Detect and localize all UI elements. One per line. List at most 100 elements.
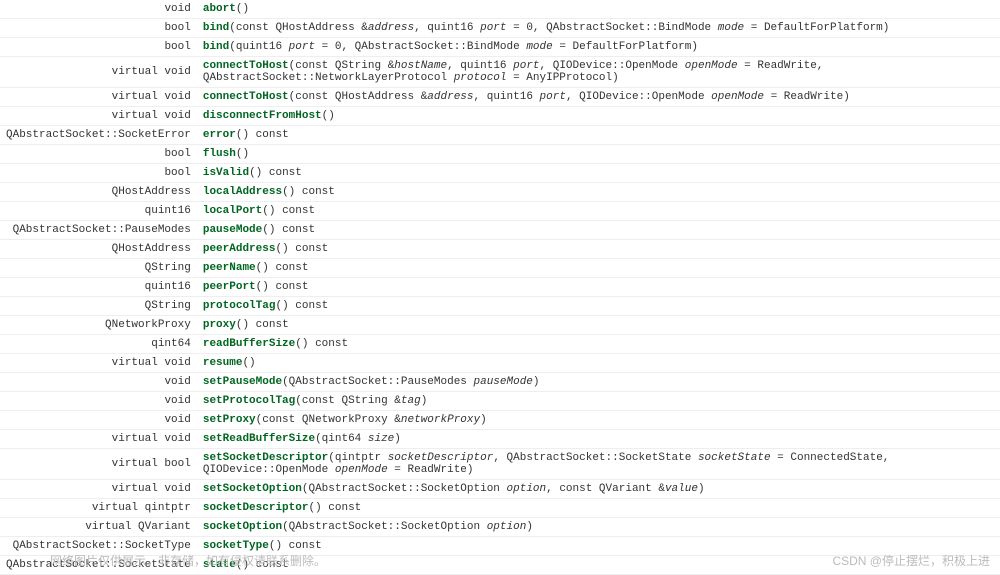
return-type: QNetworkProxy: [0, 316, 197, 335]
signature-params: (QAbstractSocket::SocketOption option, c…: [302, 483, 705, 495]
function-link[interactable]: proxy: [203, 319, 236, 331]
function-link[interactable]: localPort: [203, 205, 262, 217]
signature-params: (qint64 size): [315, 433, 401, 445]
signature-params: () const: [262, 224, 315, 236]
function-signature: setProtocolTag(const QString &tag): [197, 392, 1000, 411]
function-link[interactable]: setProxy: [203, 414, 256, 426]
signature-params: (QAbstractSocket::PauseModes pauseMode): [282, 376, 539, 388]
api-row: virtual QVariantsocketOption(QAbstractSo…: [0, 518, 1000, 537]
signature-params: () const: [269, 540, 322, 552]
function-link[interactable]: readBufferSize: [203, 338, 295, 350]
api-row: virtual voidsetReadBufferSize(qint64 siz…: [0, 430, 1000, 449]
function-link[interactable]: socketDescriptor: [203, 502, 309, 514]
function-link[interactable]: setSocketDescriptor: [203, 452, 328, 464]
function-link[interactable]: setReadBufferSize: [203, 433, 315, 445]
function-link[interactable]: setSocketOption: [203, 483, 302, 495]
function-link[interactable]: error: [203, 129, 236, 141]
api-row: virtual voidresume(): [0, 354, 1000, 373]
function-signature: setSocketOption(QAbstractSocket::SocketO…: [197, 480, 1000, 499]
function-signature: localPort() const: [197, 202, 1000, 221]
signature-params: () const: [262, 205, 315, 217]
api-row: QStringprotocolTag() const: [0, 297, 1000, 316]
api-row: voidsetProtocolTag(const QString &tag): [0, 392, 1000, 411]
function-signature: abort(): [197, 0, 1000, 19]
function-link[interactable]: socketOption: [203, 521, 282, 533]
return-type: void: [0, 411, 197, 430]
function-signature: socketDescriptor() const: [197, 499, 1000, 518]
function-link[interactable]: bind: [203, 22, 229, 34]
function-signature: connectToHost(const QString &hostName, q…: [197, 57, 1000, 88]
signature-params: (): [236, 148, 249, 160]
api-row: virtual boolsetSocketDescriptor(qintptr …: [0, 449, 1000, 480]
function-link[interactable]: protocolTag: [203, 300, 276, 312]
return-type: void: [0, 0, 197, 19]
function-signature: setPauseMode(QAbstractSocket::PauseModes…: [197, 373, 1000, 392]
return-type: virtual qintptr: [0, 499, 197, 518]
signature-params: (): [322, 110, 335, 122]
function-signature: peerPort() const: [197, 278, 1000, 297]
return-type: virtual QVariant: [0, 518, 197, 537]
api-row: virtual voiddisconnectFromHost(): [0, 107, 1000, 126]
function-link[interactable]: resume: [203, 357, 243, 369]
return-type: qint64: [0, 335, 197, 354]
return-type: bool: [0, 164, 197, 183]
api-row: virtual qintptrsocketDescriptor() const: [0, 499, 1000, 518]
api-row: voidsetProxy(const QNetworkProxy &networ…: [0, 411, 1000, 430]
return-type: QAbstractSocket::PauseModes: [0, 221, 197, 240]
api-row: voidabort(): [0, 0, 1000, 19]
function-link[interactable]: peerName: [203, 262, 256, 274]
api-row: virtual voidsetSocketOption(QAbstractSoc…: [0, 480, 1000, 499]
signature-params: (const QHostAddress &address, quint16 po…: [289, 91, 850, 103]
function-signature: proxy() const: [197, 316, 1000, 335]
function-link[interactable]: abort: [203, 3, 236, 15]
function-signature: peerAddress() const: [197, 240, 1000, 259]
function-signature: peerName() const: [197, 259, 1000, 278]
return-type: bool: [0, 38, 197, 57]
api-row: QHostAddresspeerAddress() const: [0, 240, 1000, 259]
api-row: boolbind(quint16 port = 0, QAbstractSock…: [0, 38, 1000, 57]
function-signature: protocolTag() const: [197, 297, 1000, 316]
function-link[interactable]: flush: [203, 148, 236, 160]
return-type: quint16: [0, 202, 197, 221]
function-link[interactable]: peerPort: [203, 281, 256, 293]
function-link[interactable]: bind: [203, 41, 229, 53]
function-link[interactable]: pauseMode: [203, 224, 262, 236]
function-link[interactable]: localAddress: [203, 186, 282, 198]
signature-params: () const: [275, 243, 328, 255]
function-link[interactable]: connectToHost: [203, 91, 289, 103]
return-type: virtual void: [0, 57, 197, 88]
function-link[interactable]: connectToHost: [203, 60, 289, 72]
function-signature: resume(): [197, 354, 1000, 373]
return-type: bool: [0, 19, 197, 38]
signature-params: () const: [308, 502, 361, 514]
function-link[interactable]: disconnectFromHost: [203, 110, 322, 122]
signature-params: () const: [236, 319, 289, 331]
api-row: bool isValid() const: [0, 164, 1000, 183]
api-row: QNetworkProxyproxy() const: [0, 316, 1000, 335]
signature-params: () const: [282, 186, 335, 198]
api-row: virtual voidconnectToHost(const QString …: [0, 57, 1000, 88]
watermark-left: 网络图片仅供展示，非存储，如有侵权请联系删除。: [50, 552, 326, 569]
return-type: QHostAddress: [0, 240, 197, 259]
function-signature: socketOption(QAbstractSocket::SocketOpti…: [197, 518, 1000, 537]
signature-params: () const: [256, 262, 309, 274]
signature-params: () const: [249, 167, 302, 179]
return-type: QString: [0, 297, 197, 316]
return-type: QHostAddress: [0, 183, 197, 202]
function-link[interactable]: setPauseMode: [203, 376, 282, 388]
return-type: quint16: [0, 278, 197, 297]
function-signature: connectToHost(const QHostAddress &addres…: [197, 88, 1000, 107]
function-link[interactable]: peerAddress: [203, 243, 276, 255]
signature-params: () const: [275, 300, 328, 312]
function-signature: bind(quint16 port = 0, QAbstractSocket::…: [197, 38, 1000, 57]
api-row: qint64readBufferSize() const: [0, 335, 1000, 354]
function-link[interactable]: setProtocolTag: [203, 395, 295, 407]
function-link[interactable]: socketType: [203, 540, 269, 552]
api-row: QStringpeerName() const: [0, 259, 1000, 278]
function-link[interactable]: isValid: [203, 167, 249, 179]
function-signature: flush(): [197, 145, 1000, 164]
signature-params: (const QHostAddress &address, quint16 po…: [229, 22, 889, 34]
api-row: QHostAddress localAddress() const: [0, 183, 1000, 202]
api-row: quint16localPort() const: [0, 202, 1000, 221]
function-signature: disconnectFromHost(): [197, 107, 1000, 126]
